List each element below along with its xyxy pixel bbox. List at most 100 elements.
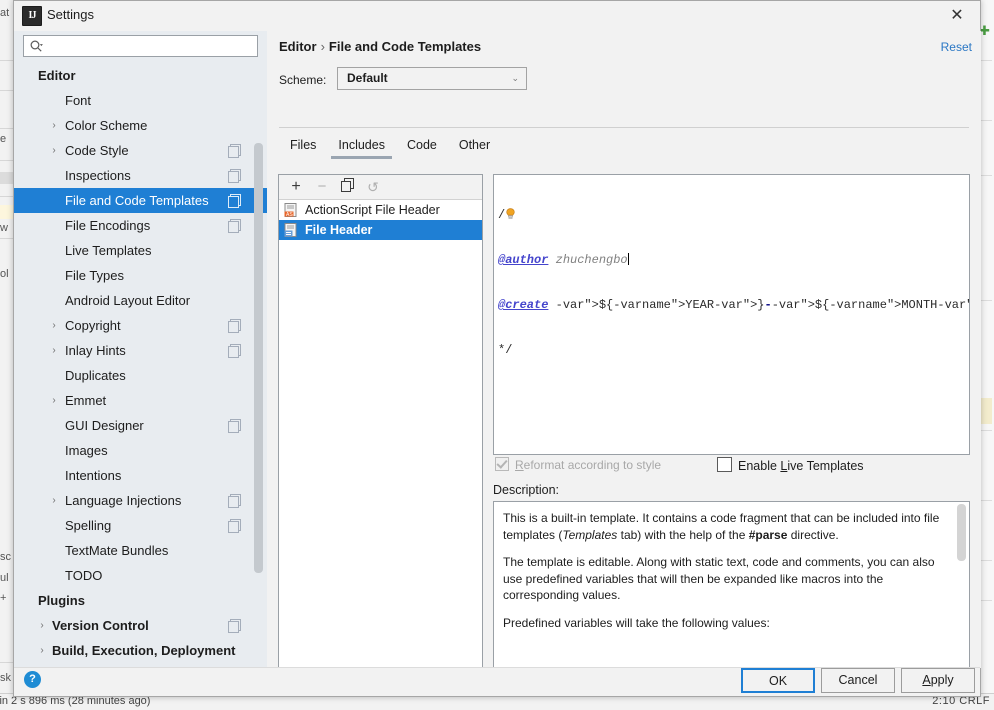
sidebar-item-label: Editor <box>38 68 76 83</box>
chevron-right-icon[interactable]: › <box>48 338 60 363</box>
config-copy-icon[interactable] <box>228 219 241 233</box>
reformat-checkbox-box[interactable] <box>495 457 509 471</box>
remove-template-button[interactable]: − <box>311 177 333 197</box>
chevron-right-icon[interactable]: › <box>48 113 60 138</box>
code-line-2: @author zhuchengbo <box>498 253 967 268</box>
sidebar-item-code-style[interactable]: › Code Style <box>14 138 267 163</box>
template-list-item[interactable]: File Header <box>279 220 482 240</box>
reset-link[interactable]: Reset <box>941 40 972 54</box>
template-list-item[interactable]: AS ActionScript File Header <box>279 200 482 220</box>
reformat-checkbox-label: Reformat according to style <box>515 458 662 472</box>
sidebar-item-textmate-bundles[interactable]: TextMate Bundles <box>14 538 267 563</box>
tab-other[interactable]: Other <box>448 133 501 157</box>
templates-list-panel: + − ↺ AS ActionScript File Header File Hea… <box>278 174 483 683</box>
sidebar-item-language-injections[interactable]: › Language Injections <box>14 488 267 513</box>
sidebar-item-label: File Types <box>65 268 125 283</box>
add-template-button[interactable]: + <box>285 177 307 197</box>
sidebar-item-intentions[interactable]: Intentions <box>14 463 267 488</box>
sidebar-item-copyright[interactable]: › Copyright <box>14 313 267 338</box>
chevron-right-icon[interactable]: › <box>36 638 48 663</box>
help-button[interactable]: ? <box>24 671 41 688</box>
sidebar-scrollbar-thumb[interactable] <box>254 143 263 573</box>
search-box[interactable] <box>23 35 258 58</box>
chevron-right-icon[interactable]: › <box>48 313 60 338</box>
cancel-button[interactable]: Cancel <box>821 668 895 693</box>
sidebar-item-todo[interactable]: TODO <box>14 563 267 588</box>
close-icon[interactable]: ✕ <box>936 1 978 31</box>
ide-text-fragment: sc <box>0 551 11 563</box>
tab-files[interactable]: Files <box>279 133 327 157</box>
chevron-right-icon[interactable]: › <box>48 488 60 513</box>
description-scrollbar-thumb[interactable] <box>957 504 966 561</box>
config-copy-icon[interactable] <box>228 194 241 208</box>
sidebar-item-emmet[interactable]: › Emmet <box>14 388 267 413</box>
live-templates-checkbox[interactable]: Enable Live Templates <box>717 457 864 473</box>
breadcrumb-leaf: File and Code Templates <box>328 39 482 54</box>
copy-template-button[interactable] <box>336 177 358 197</box>
config-copy-icon[interactable] <box>228 519 241 533</box>
content-divider <box>279 127 969 128</box>
lightbulb-icon[interactable] <box>505 208 516 220</box>
sidebar-item-editor[interactable]: Editor <box>14 63 267 88</box>
sidebar-item-gui-designer[interactable]: GUI Designer <box>14 413 267 438</box>
config-copy-icon[interactable] <box>228 419 241 433</box>
tab-code[interactable]: Code <box>396 133 448 157</box>
live-templates-checkbox-box[interactable] <box>717 457 732 472</box>
chevron-right-icon[interactable]: › <box>48 138 60 163</box>
sidebar-item-version-control[interactable]: › Version Control <box>14 613 267 638</box>
sidebar-item-inlay-hints[interactable]: › Inlay Hints <box>14 338 267 363</box>
reset-template-button[interactable]: ↺ <box>362 177 384 197</box>
sidebar-item-color-scheme[interactable]: › Color Scheme <box>14 113 267 138</box>
config-copy-icon[interactable] <box>228 169 241 183</box>
sidebar-item-file-encodings[interactable]: File Encodings <box>14 213 267 238</box>
copy-icon <box>340 178 354 192</box>
sidebar-item-spelling[interactable]: Spelling <box>14 513 267 538</box>
code-line-4: */ <box>498 343 967 358</box>
sidebar-item-label: File Encodings <box>65 218 151 233</box>
sidebar-scrollbar[interactable] <box>254 143 263 591</box>
ok-button[interactable]: OK <box>741 668 815 693</box>
description-panel: This is a built-in template. It contains… <box>493 501 970 683</box>
sidebar-item-label: Build, Execution, Deployment <box>52 643 236 658</box>
search-input[interactable] <box>50 36 258 58</box>
tab-includes[interactable]: Includes <box>327 133 396 159</box>
breadcrumb-root: Editor <box>279 39 317 54</box>
sidebar-item-duplicates[interactable]: Duplicates <box>14 363 267 388</box>
sidebar-item-android-layout-editor[interactable]: Android Layout Editor <box>14 288 267 313</box>
sidebar-item-live-templates[interactable]: Live Templates <box>14 238 267 263</box>
config-copy-icon[interactable] <box>228 144 241 158</box>
ide-text-fragment: e <box>0 133 7 145</box>
ide-text-fragment: at <box>0 7 10 19</box>
sidebar-item-file-and-code-templates[interactable]: File and Code Templates <box>14 188 267 213</box>
description-scrollbar[interactable] <box>956 503 967 681</box>
settings-tree: Editor Font › Color Scheme › Code Style Inspec… <box>14 63 267 668</box>
sidebar-item-inspections[interactable]: Inspections <box>14 163 267 188</box>
sidebar-item-label: Spelling <box>65 518 112 533</box>
scheme-selected-value: Default <box>347 71 388 85</box>
sidebar-item-label: Language Injections <box>65 493 182 508</box>
sidebar-item-label: Live Templates <box>65 243 152 258</box>
svg-text:AS: AS <box>286 212 293 217</box>
scheme-label: Scheme: <box>279 73 327 87</box>
apply-button[interactable]: Apply <box>901 668 975 693</box>
sidebar-item-file-types[interactable]: File Types <box>14 263 267 288</box>
template-code: / @author zhuchengbo @create -var">${-va… <box>498 178 969 388</box>
scheme-dropdown[interactable]: Default ⌄ <box>337 67 527 90</box>
config-copy-icon[interactable] <box>228 319 241 333</box>
config-copy-icon[interactable] <box>228 344 241 358</box>
sidebar-item-build-execution-deployment[interactable]: › Build, Execution, Deployment <box>14 638 267 663</box>
sidebar-item-font[interactable]: Font <box>14 88 267 113</box>
sidebar-item-label: Images <box>65 443 108 458</box>
reformat-checkbox[interactable]: Reformat according to style <box>495 457 661 472</box>
template-code-editor[interactable]: / @author zhuchengbo @create -var">${-va… <box>493 174 970 455</box>
chevron-right-icon[interactable]: › <box>36 613 48 638</box>
breadcrumb: Editor › File and Code Templates <box>279 39 481 54</box>
config-copy-icon[interactable] <box>228 494 241 508</box>
live-templates-checkbox-label: Enable Live Templates <box>738 459 864 473</box>
sidebar-item-images[interactable]: Images <box>14 438 267 463</box>
chevron-right-icon[interactable]: › <box>48 388 60 413</box>
code-comment-close: */ <box>498 343 513 357</box>
config-copy-icon[interactable] <box>228 619 241 633</box>
sidebar-item-plugins[interactable]: Plugins <box>14 588 267 613</box>
dialog-titlebar: IJ Settings ✕ <box>14 1 980 31</box>
